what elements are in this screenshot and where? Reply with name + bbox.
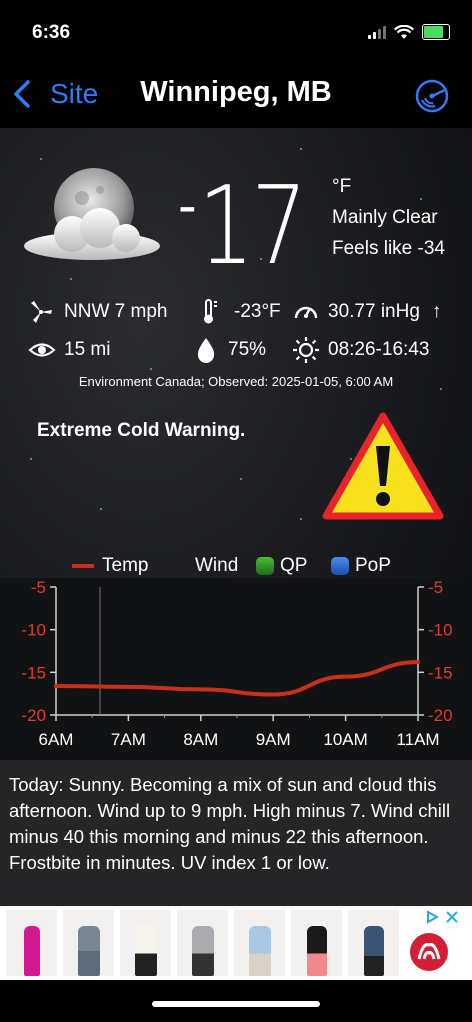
legend-qp-label: QP <box>280 555 308 576</box>
qp-swatch <box>256 556 274 575</box>
page-title: Winnipeg, MB <box>140 76 332 108</box>
x-tick-label: 9AM <box>256 730 291 749</box>
y-tick-label-left: -10 <box>21 621 46 640</box>
visibility-value: 15 mi <box>64 339 111 360</box>
y-tick-label-right: -20 <box>428 706 453 725</box>
ad-close-icon[interactable] <box>445 910 459 924</box>
x-tick-label: 8AM <box>183 730 218 749</box>
battery-icon <box>422 24 450 40</box>
wifi-icon <box>394 24 414 39</box>
forecast-text: Today: Sunny. Becoming a mix of sun and … <box>0 760 472 906</box>
x-tick-label: 11AM <box>396 730 439 749</box>
pressure-trend: ↑ <box>431 301 442 322</box>
droplet-icon <box>197 338 215 363</box>
observation-source: Environment Canada; Observed: 2025-01-05… <box>78 374 394 389</box>
ad-banner[interactable] <box>0 906 472 980</box>
sun-readout: 08:26-16:43 <box>292 336 429 364</box>
ad-product-image[interactable] <box>234 910 285 976</box>
pop-swatch <box>331 556 349 575</box>
sun-icon <box>293 337 319 363</box>
wind-readout: NNW 7 mph <box>28 298 167 326</box>
x-tick-label: 6AM <box>39 730 74 749</box>
dewpoint-readout: -23°F <box>198 298 281 326</box>
current-condition: Mainly Clear <box>332 207 438 228</box>
ad-product-image[interactable] <box>348 910 399 976</box>
status-icons <box>368 24 450 40</box>
visibility-readout: 15 mi <box>28 336 110 364</box>
y-tick-label-left: -15 <box>21 663 46 682</box>
ad-product-image[interactable] <box>291 910 342 976</box>
pressure-value: 30.77 inHg <box>328 301 420 322</box>
legend-pop-label: PoP <box>355 555 391 576</box>
current-temperature: 17 <box>198 164 307 289</box>
legend-temp-label: Temp <box>102 555 149 576</box>
gauge-icon <box>294 306 318 319</box>
warning-icon[interactable] <box>322 412 444 522</box>
legend-wind-label: Wind <box>195 555 239 576</box>
status-time: 6:36 <box>32 22 71 43</box>
dewpoint-value: -23°F <box>234 301 281 322</box>
sunrise-sunset-value: 08:26-16:43 <box>328 339 430 360</box>
legend-qp[interactable]: QP <box>256 555 307 577</box>
legend-temp[interactable]: Temp <box>72 555 148 577</box>
legend-pop[interactable]: PoP <box>331 555 391 577</box>
eye-icon <box>28 343 56 357</box>
temperature-unit: °F <box>332 176 352 197</box>
y-tick-label-left: -5 <box>31 578 46 597</box>
home-indicator <box>152 1001 320 1007</box>
legend-wind[interactable]: Wind <box>195 555 238 577</box>
wind-turbine-icon <box>31 301 52 323</box>
y-tick-label-left: -20 <box>21 706 46 725</box>
feels-like: Feels like -34 <box>332 238 445 259</box>
x-tick-label: 7AM <box>111 730 146 749</box>
wind-value: NNW 7 mph <box>64 301 168 322</box>
moon-cloud-icon <box>24 168 160 260</box>
ad-product-image[interactable] <box>6 910 57 976</box>
ad-product-image[interactable] <box>120 910 171 976</box>
radar-icon[interactable] <box>415 79 449 113</box>
pressure-readout: 30.77 inHg ↑ <box>292 298 441 326</box>
y-tick-label-right: -15 <box>428 663 453 682</box>
warning-link[interactable]: Extreme Cold Warning. <box>37 420 245 442</box>
y-tick-label-right: -5 <box>428 578 443 597</box>
hourly-chart[interactable]: -5 -5 -10 -10 -15 -15 -20 -20 6AM 7AM 8AM 9AM 10AM 11… <box>0 578 472 760</box>
x-tick-label: 10AM <box>323 730 367 749</box>
ad-choices-icon[interactable] <box>425 910 439 924</box>
temperature-sign: - <box>178 173 197 236</box>
thermometer-icon <box>204 299 217 324</box>
ad-product-image[interactable] <box>177 910 228 976</box>
humidity-value: 75% <box>228 339 267 360</box>
brand-logo-icon <box>410 933 448 971</box>
cellular-signal-icon <box>368 25 386 39</box>
humidity-readout: 75% <box>192 336 266 364</box>
ad-product-image[interactable] <box>63 910 114 976</box>
temp-line-swatch <box>72 563 94 568</box>
ad-brand-area[interactable] <box>403 908 465 978</box>
y-tick-label-right: -10 <box>428 621 453 640</box>
